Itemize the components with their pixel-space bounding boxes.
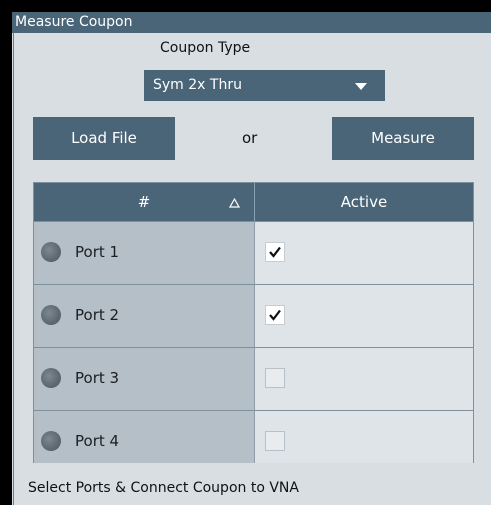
measure-button[interactable]: Measure: [332, 117, 474, 160]
active-cell: [255, 411, 473, 463]
active-cell: [255, 348, 473, 410]
status-message: Select Ports & Connect Coupon to VNA: [28, 480, 299, 496]
port-1-active-checkbox[interactable]: [265, 242, 285, 262]
port-status-led-icon: [41, 305, 61, 325]
port-3-active-checkbox[interactable]: [265, 368, 285, 388]
table-row: Port 2: [34, 284, 473, 347]
panel-title: Measure Coupon: [12, 12, 491, 33]
table-header: # Active: [34, 183, 473, 221]
table-row: Port 4: [34, 410, 473, 463]
column-header-number-label: #: [137, 193, 151, 211]
port-status-led-icon: [41, 431, 61, 451]
table-row: Port 1: [34, 221, 473, 284]
port-status-led-icon: [41, 368, 61, 388]
port-cell: Port 1: [34, 222, 255, 284]
or-label: or: [242, 129, 258, 147]
table-row: Port 3: [34, 347, 473, 410]
port-2-active-checkbox[interactable]: [265, 305, 285, 325]
coupon-type-label: Coupon Type: [160, 40, 251, 56]
port-cell: Port 2: [34, 285, 255, 347]
column-header-active[interactable]: Active: [255, 183, 473, 221]
measure-coupon-panel: Measure Coupon Coupon Type Sym 2x Thru L…: [12, 12, 491, 505]
port-label: Port 3: [75, 369, 120, 387]
active-cell: [255, 285, 473, 347]
port-label: Port 2: [75, 306, 120, 324]
column-header-number[interactable]: #: [34, 183, 255, 221]
checkmark-icon: [269, 246, 281, 258]
port-4-active-checkbox[interactable]: [265, 431, 285, 451]
port-table: # Active Port 1 Port 2 Port 3 Port 4: [33, 182, 474, 463]
load-file-button[interactable]: Load File: [33, 117, 175, 160]
port-label: Port 1: [75, 243, 120, 261]
coupon-type-value: Sym 2x Thru: [153, 77, 242, 93]
checkmark-icon: [269, 309, 281, 321]
port-cell: Port 4: [34, 411, 255, 463]
port-status-led-icon: [41, 242, 61, 262]
sort-ascending-icon: [229, 198, 240, 208]
active-cell: [255, 222, 473, 284]
dropdown-arrow-icon: [355, 83, 367, 90]
port-label: Port 4: [75, 432, 120, 450]
coupon-type-dropdown[interactable]: Sym 2x Thru: [144, 70, 385, 101]
port-cell: Port 3: [34, 348, 255, 410]
